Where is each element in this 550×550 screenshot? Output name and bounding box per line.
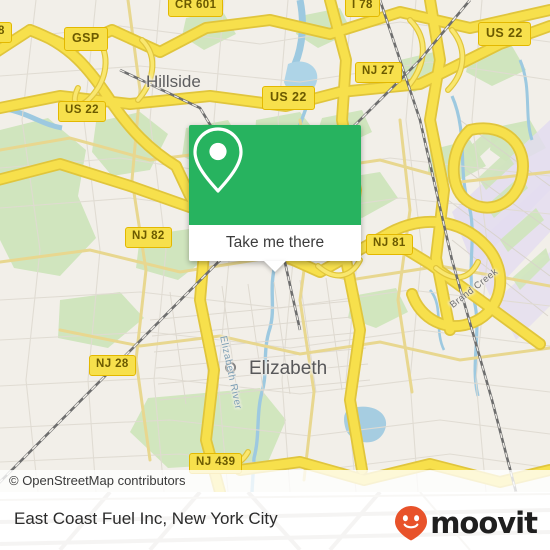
- shield-us-22-ne[interactable]: US 22: [478, 22, 531, 46]
- map-pin-icon: [193, 127, 243, 193]
- shield-i-78[interactable]: I 78: [345, 0, 380, 17]
- shield-gsp[interactable]: GSP: [64, 27, 108, 51]
- map-label-hillside: Hillside: [146, 72, 201, 91]
- take-me-there-label: Take me there: [225, 234, 325, 251]
- shield-nj-28[interactable]: NJ 28: [89, 355, 136, 376]
- moovit-wordmark: moovit: [430, 505, 538, 540]
- moovit-smiley-pin-icon: [395, 506, 428, 541]
- osm-attribution-text[interactable]: © OpenStreetMap contributors: [9, 473, 186, 488]
- take-me-there-callout[interactable]: Take me there: [189, 125, 361, 272]
- shield-us-22-w[interactable]: US 22: [58, 101, 106, 122]
- shield-cr-601[interactable]: CR 601: [168, 0, 224, 17]
- callout-pointer: [264, 261, 286, 272]
- shield-nj-27[interactable]: NJ 27: [355, 62, 402, 83]
- shield-us-22-c[interactable]: US 22: [262, 86, 315, 110]
- callout-action-bar[interactable]: Take me there: [189, 225, 361, 261]
- shield-i-78-west[interactable]: 8: [0, 22, 12, 43]
- shield-nj-81[interactable]: NJ 81: [366, 234, 413, 255]
- moovit-map-screenshot: Hillside Elizabeth Elizabeth River Brand…: [0, 0, 550, 550]
- shield-nj-82[interactable]: NJ 82: [125, 227, 172, 248]
- map-canvas[interactable]: Hillside Elizabeth Elizabeth River Brand…: [0, 0, 550, 492]
- footer-bar: East Coast Fuel Inc, New York City moovi…: [0, 492, 550, 550]
- map-attribution-bar: © OpenStreetMap contributors: [0, 470, 550, 492]
- callout-header: [189, 125, 361, 225]
- map-label-elizabeth: Elizabeth: [249, 358, 328, 379]
- place-title: East Coast Fuel Inc, New York City: [14, 509, 278, 528]
- moovit-logo[interactable]: moovit: [394, 505, 538, 541]
